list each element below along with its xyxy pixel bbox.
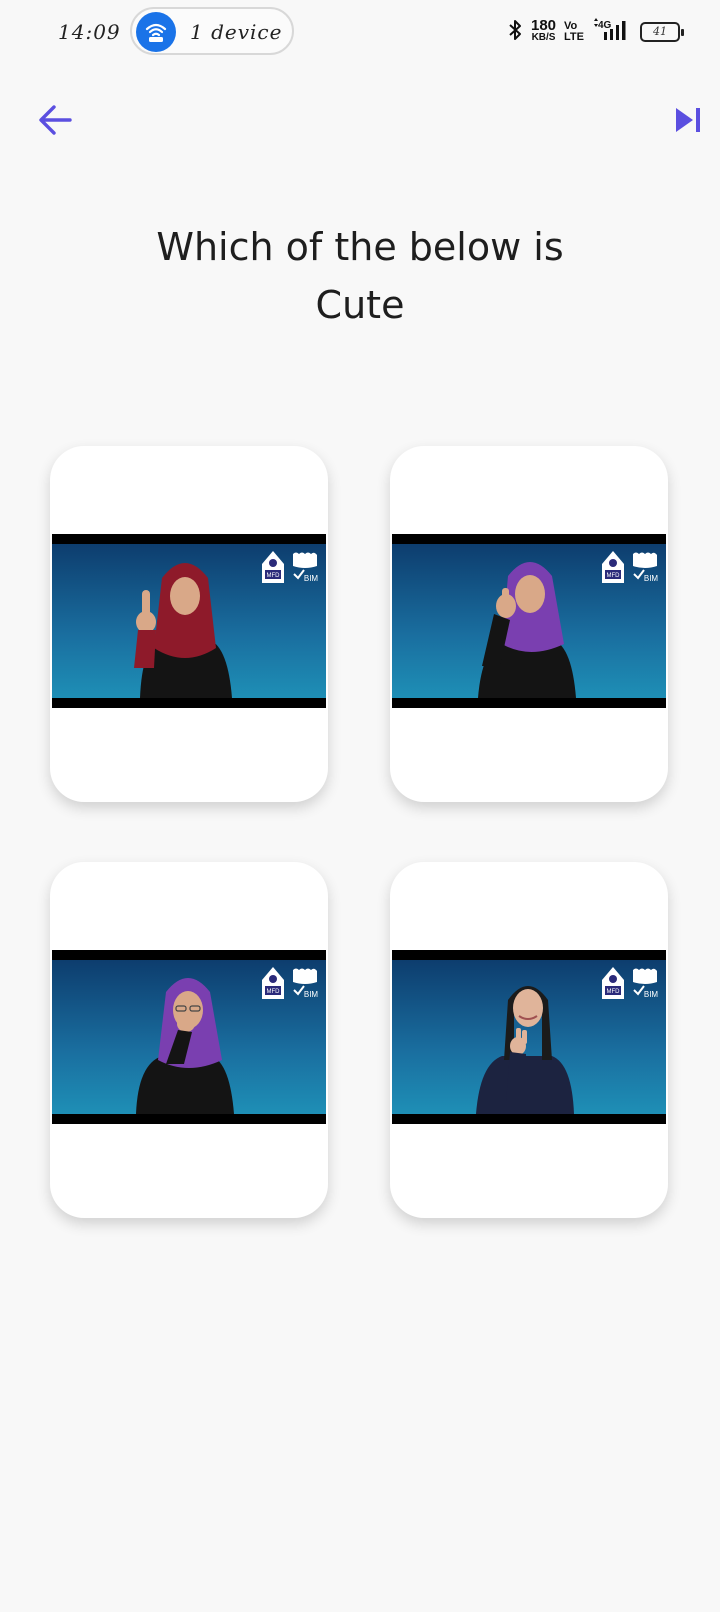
svg-text:MFD: MFD bbox=[607, 989, 621, 995]
clock: 14:09 bbox=[58, 20, 121, 44]
volte-bottom: LTE bbox=[564, 31, 584, 43]
bim-logo-icon: BIM bbox=[293, 968, 319, 999]
svg-text:BIM: BIM bbox=[304, 574, 319, 583]
sign-video-4[interactable]: MFD BIM bbox=[392, 950, 666, 1124]
volte-icon: Vo LTE bbox=[564, 21, 584, 43]
video-logos: MFD BIM bbox=[260, 966, 320, 1000]
hotspot-indicator[interactable]: 1 device bbox=[130, 7, 294, 55]
video-logos: MFD BIM bbox=[260, 550, 320, 584]
answer-option-3[interactable]: MFD BIM bbox=[50, 862, 328, 1218]
mfd-logo-icon: MFD bbox=[262, 967, 284, 999]
hotspot-icon bbox=[136, 12, 176, 52]
signer-figure bbox=[476, 986, 574, 1114]
question-line-1: Which of the below is bbox=[156, 225, 564, 269]
svg-text:MFD: MFD bbox=[267, 989, 281, 995]
arrow-left-icon bbox=[39, 105, 72, 135]
bluetooth-icon bbox=[507, 18, 523, 46]
answer-option-2[interactable]: MFD BIM bbox=[390, 446, 668, 802]
sign-video-1[interactable]: MFD BIM bbox=[52, 534, 326, 708]
mfd-logo-icon: MFD bbox=[262, 551, 284, 583]
answer-option-4[interactable]: MFD BIM bbox=[390, 862, 668, 1218]
svg-text:BIM: BIM bbox=[304, 990, 319, 999]
mfd-logo-icon: MFD bbox=[602, 967, 624, 999]
battery-icon: 41 bbox=[640, 22, 684, 42]
sign-video-2[interactable]: MFD BIM bbox=[392, 534, 666, 708]
signer-figure bbox=[478, 562, 576, 698]
svg-text:BIM: BIM bbox=[644, 990, 659, 999]
mfd-logo-icon: MFD bbox=[602, 551, 624, 583]
hotspot-label: 1 device bbox=[190, 20, 283, 44]
status-icons: 180 KB/S Vo LTE 4G 41 bbox=[507, 16, 684, 48]
bim-logo-icon: BIM bbox=[633, 968, 659, 999]
status-bar: 14:09 1 device 180 KB/S Vo LTE 4G 41 bbox=[0, 0, 720, 64]
svg-text:MFD: MFD bbox=[267, 573, 281, 579]
bim-logo-icon: BIM bbox=[293, 552, 319, 583]
signal-icon: 4G bbox=[592, 18, 632, 46]
video-logos: MFD BIM bbox=[600, 966, 660, 1000]
network-speed: 180 KB/S bbox=[531, 17, 557, 44]
svg-text:MFD: MFD bbox=[607, 573, 621, 579]
signer-figure bbox=[134, 563, 232, 698]
network-speed-unit: KB/S bbox=[531, 32, 556, 43]
skip-next-icon bbox=[676, 108, 700, 132]
back-button[interactable] bbox=[34, 98, 78, 142]
video-logos: MFD BIM bbox=[600, 550, 660, 584]
skip-button[interactable] bbox=[676, 102, 712, 138]
signer-figure bbox=[136, 978, 234, 1114]
svg-text:BIM: BIM bbox=[644, 574, 659, 583]
network-type: 4G bbox=[598, 20, 612, 31]
question-text: Which of the below is Cute bbox=[0, 218, 720, 334]
answer-option-1[interactable]: MFD BIM bbox=[50, 446, 328, 802]
sign-video-3[interactable]: MFD BIM bbox=[52, 950, 326, 1124]
bim-logo-icon: BIM bbox=[633, 552, 659, 583]
network-speed-value: 180 bbox=[531, 17, 557, 34]
question-word: Cute bbox=[315, 283, 405, 327]
